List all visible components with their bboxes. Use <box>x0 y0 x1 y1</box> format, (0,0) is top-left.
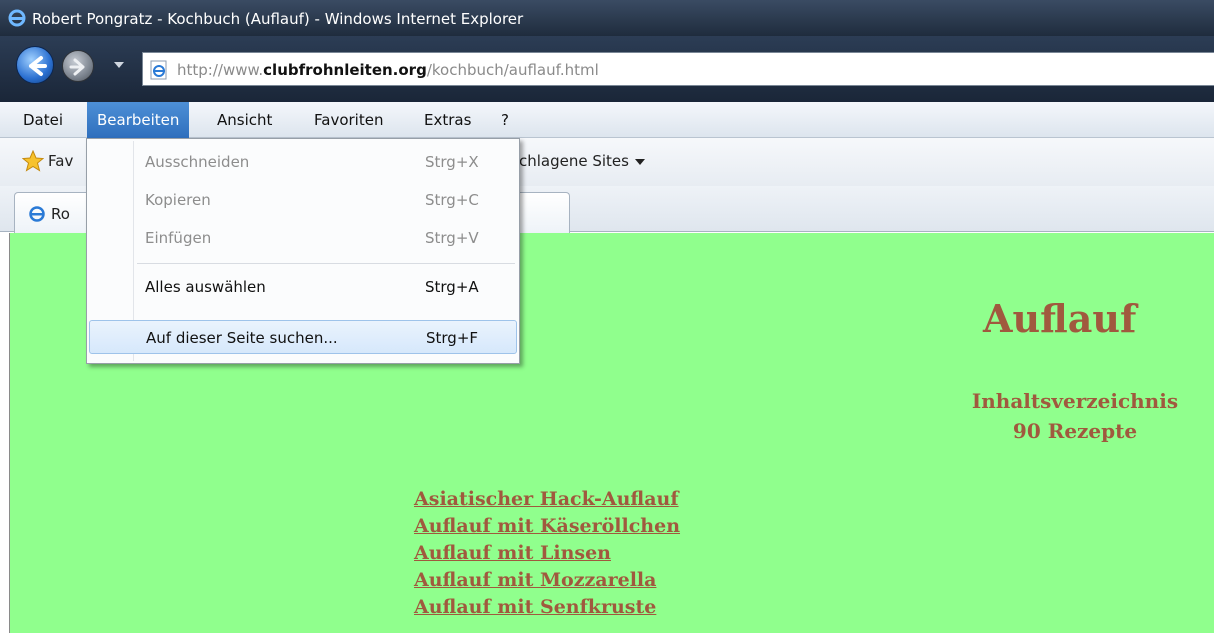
menu-item-label: Ausschneiden <box>145 153 250 171</box>
window-title: Robert Pongratz - Kochbuch (Auflauf) - W… <box>32 10 524 28</box>
menu-item-find-on-page[interactable]: Auf dieser Seite suchen... Strg+F <box>89 320 517 354</box>
menu-favoriten[interactable]: Favoriten <box>304 102 393 138</box>
ie-tab-icon <box>27 204 47 228</box>
address-bar[interactable]: http://www.clubfrohnleiten.org/kochbuch/… <box>142 52 1214 86</box>
edit-menu-dropdown: Ausschneiden Strg+X Kopieren Strg+C Einf… <box>86 138 520 364</box>
menu-item-copy[interactable]: Kopieren Strg+C <box>89 183 517 217</box>
recipe-link[interactable]: Auflauf mit Senfkruste <box>414 594 680 621</box>
favorites-button[interactable]: Fav <box>48 152 73 170</box>
menu-item-label: Kopieren <box>145 191 211 209</box>
menu-extras[interactable]: Extras <box>414 102 481 138</box>
menu-item-select-all[interactable]: Alles auswählen Strg+A <box>89 270 517 304</box>
menu-ansicht[interactable]: Ansicht <box>207 102 282 138</box>
menu-item-label: Einfügen <box>145 229 212 247</box>
suggested-sites-button[interactable]: chlagene Sites <box>519 152 645 170</box>
menu-item-shortcut: Strg+X <box>425 153 479 171</box>
url-text[interactable]: http://www.clubfrohnleiten.org/kochbuch/… <box>177 61 599 79</box>
recipe-link[interactable]: Auflauf mit Käseröllchen <box>414 513 680 540</box>
page-heading: Auflauf <box>983 296 1137 341</box>
title-bar: Robert Pongratz - Kochbuch (Auflauf) - W… <box>0 0 1214 36</box>
back-button[interactable] <box>16 46 54 84</box>
suggested-sites-label: chlagene Sites <box>519 152 629 170</box>
menu-item-shortcut: Strg+F <box>426 329 479 347</box>
menu-item-shortcut: Strg+A <box>425 278 479 296</box>
menu-item-shortcut: Strg+V <box>425 229 479 247</box>
arrow-left-icon <box>29 56 47 76</box>
tab-title: Ro <box>51 205 70 223</box>
menu-item-label: Auf dieser Seite suchen... <box>146 329 338 347</box>
forward-button[interactable] <box>62 50 94 82</box>
menu-help[interactable]: ? <box>491 102 519 138</box>
toc-label: Inhaltsverzeichnis <box>971 389 1179 413</box>
recipe-link[interactable]: Asiatischer Hack-Auflauf <box>414 486 680 513</box>
recipe-link[interactable]: Auflauf mit Mozzarella <box>414 567 680 594</box>
ie-logo-icon <box>8 9 26 31</box>
page-subtitle: Inhaltsverzeichnis 90 Rezepte <box>942 386 1208 446</box>
caret-down-icon <box>634 158 645 165</box>
ie-page-icon <box>149 60 169 84</box>
menu-item-label: Alles auswählen <box>145 278 266 296</box>
menu-separator <box>137 263 515 264</box>
arrow-right-icon <box>69 58 85 76</box>
menu-datei[interactable]: Datei <box>13 102 73 138</box>
menu-item-cut[interactable]: Ausschneiden Strg+X <box>89 145 517 179</box>
recent-pages-dropdown[interactable] <box>114 62 124 68</box>
recipe-list: Asiatischer Hack-Auflauf Auflauf mit Käs… <box>414 486 680 621</box>
browser-window: Robert Pongratz - Kochbuch (Auflauf) - W… <box>0 0 1214 633</box>
menu-bearbeiten[interactable]: Bearbeiten <box>87 102 190 138</box>
menu-bar: Datei Bearbeiten Ansicht Favoriten Extra… <box>0 102 1214 138</box>
menu-item-paste[interactable]: Einfügen Strg+V <box>89 221 517 255</box>
menu-item-shortcut: Strg+C <box>425 191 479 209</box>
star-icon[interactable] <box>21 149 45 176</box>
recipe-count: 90 Rezepte <box>1012 419 1138 443</box>
recipe-link[interactable]: Auflauf mit Linsen <box>414 540 680 567</box>
